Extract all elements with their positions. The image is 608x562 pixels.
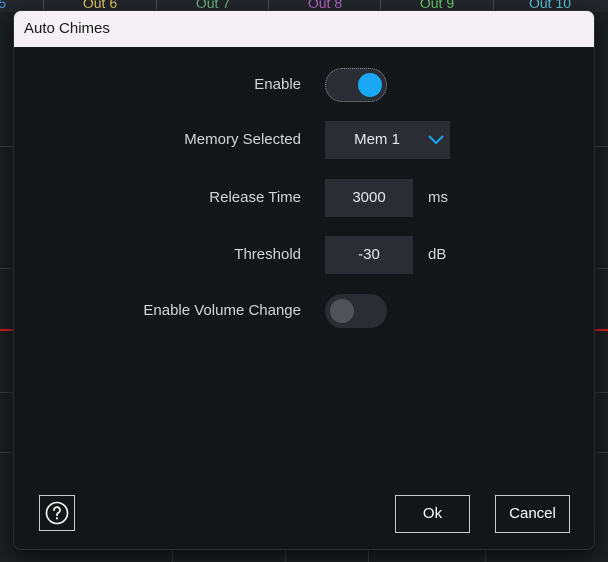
chevron-down-icon <box>428 135 444 145</box>
background-level-line <box>0 329 14 331</box>
background-tab-5[interactable]: 5 <box>0 0 12 12</box>
question-circle-icon <box>45 501 69 525</box>
memory-selected-label: Memory Selected <box>184 131 301 148</box>
enable-volume-change-label: Enable Volume Change <box>143 302 301 319</box>
volume-change-toggle[interactable] <box>325 294 387 328</box>
release-time-input[interactable]: 3000 <box>325 179 413 217</box>
enable-row: Enable <box>14 66 594 104</box>
toggle-knob <box>330 299 354 323</box>
enable-label: Enable <box>254 76 301 93</box>
volume-change-row: Enable Volume Change <box>14 292 594 330</box>
memory-row: Memory Selected Mem 1 <box>14 121 594 159</box>
ok-button[interactable]: Ok <box>395 495 470 533</box>
release-time-unit: ms <box>428 189 448 206</box>
auto-chimes-dialog: Auto Chimes Enable Memory Selected Mem 1… <box>13 10 595 550</box>
toggle-knob <box>358 73 382 97</box>
enable-toggle[interactable] <box>325 68 387 102</box>
background-level-line <box>595 329 608 331</box>
cancel-button[interactable]: Cancel <box>495 495 570 533</box>
threshold-row: Threshold -30 dB <box>14 236 594 274</box>
release-time-row: Release Time 3000 ms <box>14 179 594 217</box>
dialog-title: Auto Chimes <box>14 11 594 47</box>
release-time-label: Release Time <box>209 189 301 206</box>
memory-select-value: Mem 1 <box>354 131 400 148</box>
help-button[interactable] <box>39 495 75 531</box>
threshold-unit: dB <box>428 246 447 263</box>
memory-select[interactable]: Mem 1 <box>325 121 450 159</box>
threshold-input[interactable]: -30 <box>325 236 413 274</box>
threshold-label: Threshold <box>234 246 301 263</box>
